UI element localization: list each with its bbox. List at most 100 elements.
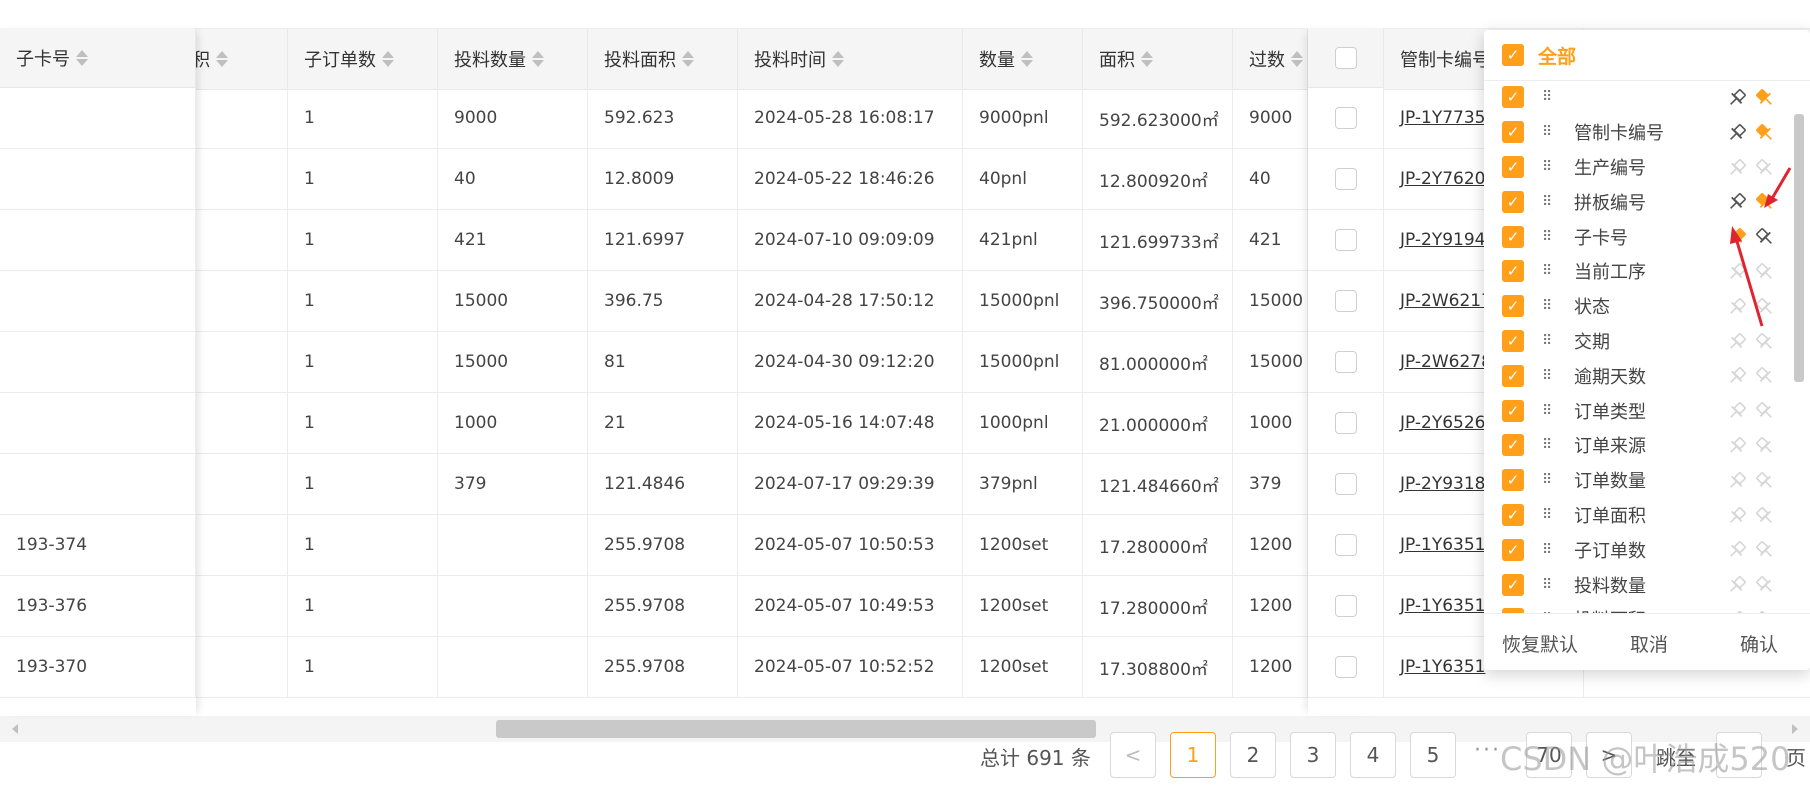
pin-left-icon[interactable] (1726, 539, 1748, 561)
col-header-pass-count[interactable]: 过数 (1233, 29, 1308, 89)
drag-handle-icon[interactable]: ⠿ (1542, 404, 1560, 418)
column-checkbox[interactable]: ✓ (1502, 329, 1524, 352)
sort-icon[interactable] (1291, 51, 1303, 67)
drag-handle-icon[interactable]: ⠿ (1542, 438, 1560, 452)
pin-left-icon[interactable] (1726, 505, 1748, 527)
col-header-feed-qty[interactable]: 投料数量 (438, 29, 588, 89)
select-all-checkbox[interactable] (1334, 46, 1357, 69)
column-setting-item[interactable]: ✓ ⠿ 订单来源 (1484, 428, 1790, 463)
column-checkbox[interactable]: ✓ (1502, 155, 1524, 178)
column-checkbox[interactable]: ✓ (1502, 295, 1524, 318)
page-button-5[interactable]: 5 (1410, 732, 1456, 778)
page-button-4[interactable]: 4 (1350, 732, 1396, 778)
column-checkbox[interactable]: ✓ (1502, 399, 1524, 422)
drag-handle-icon[interactable]: ⠿ (1542, 125, 1560, 139)
column-checkbox[interactable]: ✓ (1502, 86, 1524, 109)
drag-handle-icon[interactable]: ⠿ (1542, 473, 1560, 487)
pin-right-icon[interactable] (1754, 505, 1776, 527)
sort-icon[interactable] (682, 51, 694, 67)
column-checkbox[interactable]: ✓ (1502, 538, 1524, 561)
page-button-3[interactable]: 3 (1290, 732, 1336, 778)
drag-handle-icon[interactable]: ⠿ (1542, 90, 1560, 104)
column-checkbox[interactable]: ✓ (1502, 503, 1524, 526)
pin-left-icon[interactable] (1726, 470, 1748, 492)
col-header-child-card-no[interactable]: 子卡号 (0, 28, 196, 88)
pin-right-icon[interactable] (1754, 400, 1776, 422)
page-ellipsis[interactable]: ··· (1474, 738, 1501, 763)
column-checkbox[interactable]: ✓ (1502, 469, 1524, 492)
pin-left-icon[interactable] (1726, 331, 1748, 353)
pin-right-icon[interactable] (1754, 539, 1776, 561)
row-checkbox[interactable] (1334, 412, 1357, 434)
pin-left-icon[interactable] (1726, 87, 1748, 109)
confirm-button[interactable]: 确认 (1740, 630, 1778, 657)
column-checkbox[interactable]: ✓ (1502, 190, 1524, 213)
page-button-2[interactable]: 2 (1230, 732, 1276, 778)
sort-icon[interactable] (76, 49, 88, 66)
column-checkbox[interactable]: ✓ (1502, 260, 1524, 283)
drag-handle-icon[interactable]: ⠿ (1542, 508, 1560, 522)
sort-icon[interactable] (216, 51, 228, 67)
row-checkbox[interactable] (1334, 229, 1357, 251)
pin-left-icon[interactable] (1726, 191, 1748, 213)
column-checkbox[interactable]: ✓ (1502, 364, 1524, 387)
row-checkbox[interactable] (1334, 351, 1357, 373)
row-checkbox[interactable] (1334, 290, 1357, 312)
column-checkbox[interactable]: ✓ (1502, 573, 1524, 596)
sort-icon[interactable] (532, 51, 544, 67)
sort-icon[interactable] (1021, 51, 1033, 67)
drag-handle-icon[interactable]: ⠿ (1542, 299, 1560, 313)
column-checkbox[interactable]: ✓ (1502, 225, 1524, 248)
prev-page-button[interactable]: < (1110, 732, 1156, 778)
reset-default-button[interactable]: 恢复默认 (1502, 630, 1578, 657)
col-header-feed-time[interactable]: 投料时间 (738, 29, 963, 89)
row-checkbox[interactable] (1334, 656, 1357, 678)
row-checkbox[interactable] (1334, 473, 1357, 495)
pin-right-icon[interactable] (1754, 574, 1776, 596)
column-setting-item[interactable]: ✓ ⠿ 订单数量 (1484, 463, 1790, 498)
page-button-1[interactable]: 1 (1170, 732, 1216, 778)
column-list-scroll-thumb[interactable] (1794, 114, 1804, 382)
pin-left-icon[interactable] (1726, 157, 1748, 179)
select-all-row[interactable]: ✓ 全部 (1484, 30, 1810, 81)
pin-left-icon[interactable] (1726, 435, 1748, 457)
column-setting-item[interactable]: ✓ ⠿ 投料数量 (1484, 567, 1790, 602)
col-header-qty[interactable]: 数量 (963, 29, 1083, 89)
drag-handle-icon[interactable]: ⠿ (1542, 578, 1560, 592)
sort-icon[interactable] (382, 51, 394, 67)
drag-handle-icon[interactable]: ⠿ (1542, 195, 1560, 209)
drag-handle-icon[interactable]: ⠿ (1542, 334, 1560, 348)
column-setting-item[interactable]: ✓ ⠿ 订单面积 (1484, 498, 1790, 533)
pin-left-icon[interactable] (1726, 365, 1748, 387)
row-checkbox[interactable] (1334, 595, 1357, 617)
row-checkbox[interactable] (1334, 107, 1357, 129)
select-all-columns-checkbox[interactable]: ✓ (1502, 44, 1524, 66)
pin-left-icon[interactable] (1726, 400, 1748, 422)
sort-icon[interactable] (1141, 51, 1153, 67)
col-header-area[interactable]: 面积 (1083, 29, 1233, 89)
column-checkbox[interactable]: ✓ (1502, 434, 1524, 457)
drag-handle-icon[interactable]: ⠿ (1542, 230, 1560, 244)
row-checkbox[interactable] (1334, 168, 1357, 190)
pin-left-icon[interactable] (1726, 574, 1748, 596)
pin-right-icon[interactable] (1754, 331, 1776, 353)
sort-icon[interactable] (832, 51, 844, 67)
pin-left-icon[interactable] (1726, 122, 1748, 144)
cancel-button[interactable]: 取消 (1630, 630, 1668, 657)
column-setting-item[interactable]: ✓ ⠿ 逾期天数 (1484, 358, 1790, 393)
pin-right-icon[interactable] (1754, 122, 1776, 144)
pin-right-icon[interactable] (1754, 435, 1776, 457)
drag-handle-icon[interactable]: ⠿ (1542, 369, 1560, 383)
pin-right-icon[interactable] (1754, 365, 1776, 387)
column-setting-item[interactable]: ✓ ⠿ 管制卡编号 (1484, 115, 1790, 150)
column-setting-item[interactable]: ✓ ⠿ 生产编号 (1484, 150, 1790, 185)
column-checkbox[interactable]: ✓ (1502, 121, 1524, 144)
col-header-feed-area[interactable]: 投料面积 (588, 29, 738, 89)
drag-handle-icon[interactable]: ⠿ (1542, 160, 1560, 174)
column-setting-item[interactable]: ✓ ⠿ 拼板编号 (1484, 184, 1790, 219)
row-checkbox[interactable] (1334, 534, 1357, 556)
drag-handle-icon[interactable]: ⠿ (1542, 543, 1560, 557)
column-setting-item[interactable]: ✓ ⠿ (1484, 80, 1790, 115)
col-header-child-order-count[interactable]: 子订单数 (288, 29, 438, 89)
column-setting-item[interactable]: ✓ ⠿ 订单类型 (1484, 393, 1790, 428)
